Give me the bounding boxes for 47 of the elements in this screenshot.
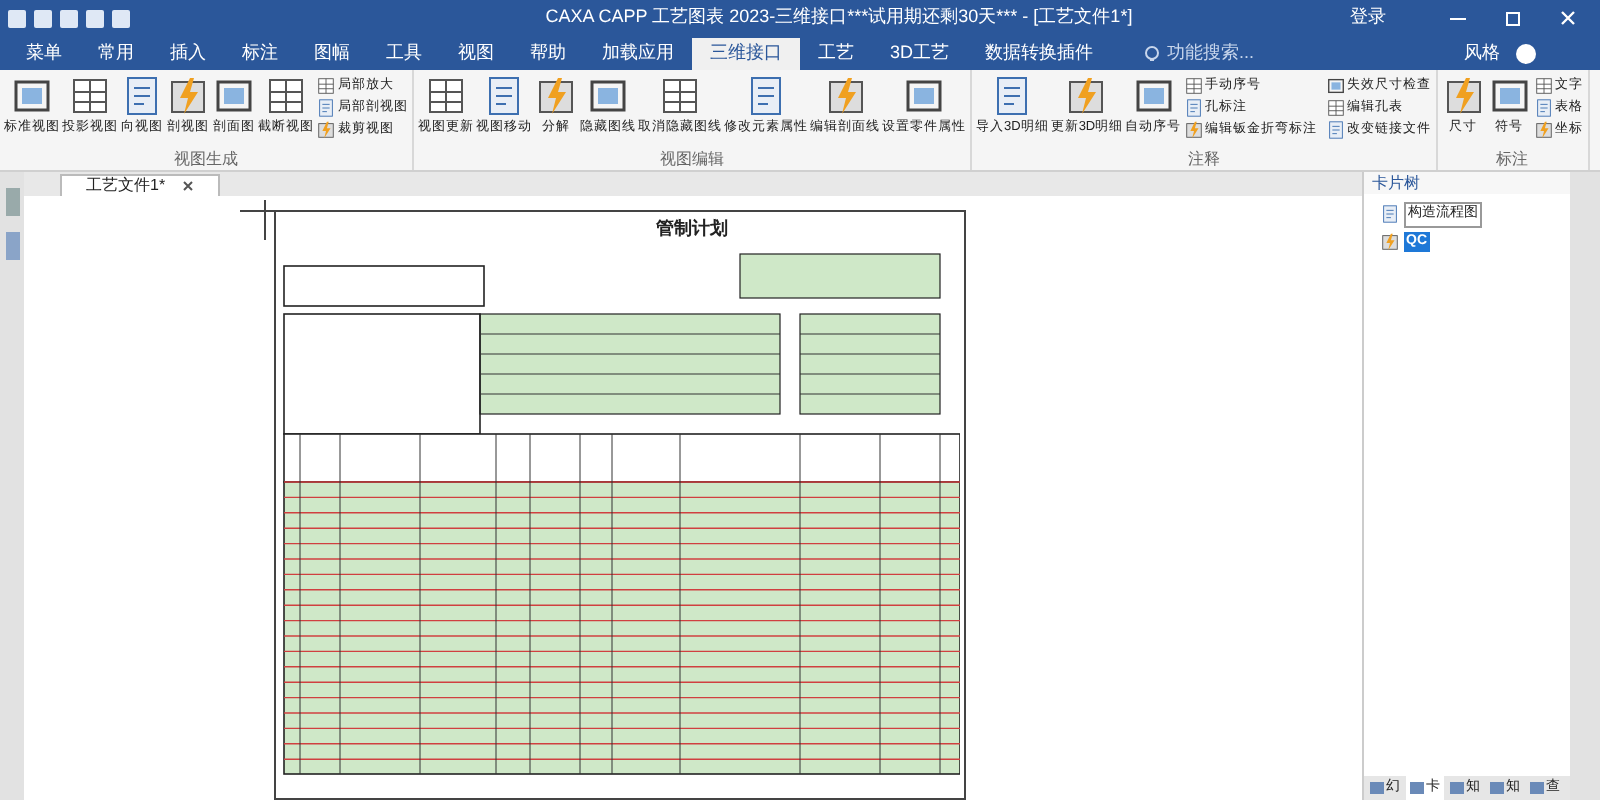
table-icon: [1183, 75, 1204, 95]
group-label: 视图编辑: [658, 150, 726, 170]
bolt-icon: [166, 74, 210, 118]
ribbon-tab[interactable]: 加载应用: [584, 38, 692, 70]
help-icon[interactable]: [1516, 44, 1536, 64]
ribbon-tab[interactable]: 工具: [368, 38, 440, 70]
group-label: 注释: [1185, 150, 1222, 170]
ribbon-tab[interactable]: 三维接口: [692, 38, 800, 70]
login-link[interactable]: 登录: [1350, 4, 1386, 32]
table-icon: [1533, 75, 1554, 95]
group-label: 标注: [1494, 150, 1531, 170]
ribbon-tab[interactable]: 常用: [80, 38, 152, 70]
window-title: CAXA CAPP 工艺图表 2023-三维接口***试用期还剩30天*** - [工艺文件1*]: [543, 4, 1135, 31]
close-icon[interactable]: [181, 180, 194, 192]
frame-icon: [1325, 75, 1346, 95]
ribbon-tab[interactable]: 工艺: [800, 38, 872, 70]
document-tab[interactable]: 工艺文件1*: [60, 174, 220, 196]
bolt-icon: [1533, 119, 1554, 139]
bolt-icon: [1064, 74, 1109, 118]
lightbulb-icon: [1143, 45, 1160, 63]
table-icon: [1325, 97, 1346, 117]
ribbon-tab[interactable]: 图幅: [296, 38, 368, 70]
frame-icon: [1183, 97, 1204, 117]
style-menu[interactable]: 风格: [1464, 38, 1500, 70]
bolt-icon: [534, 74, 578, 118]
group-label: 视图生成: [172, 150, 240, 170]
table-icon: [316, 75, 336, 95]
bolt-icon: [1183, 119, 1204, 139]
bolt-icon: [823, 74, 867, 118]
ribbon-tab[interactable]: 帮助: [512, 38, 584, 70]
frame-icon: [1380, 204, 1400, 225]
bolt-icon: [1441, 74, 1486, 118]
panel-title: 卡片树: [1372, 171, 1420, 195]
ribbon-tab[interactable]: 3D工艺: [872, 38, 968, 70]
ribbon-tab[interactable]: 数据转换插件: [967, 38, 1112, 70]
sheet-title: 管制计划: [656, 218, 728, 238]
ribbon-tab[interactable]: 标注: [224, 38, 296, 70]
bolt-icon: [316, 119, 336, 139]
bolt-icon: [1380, 231, 1400, 252]
ribbon-tab[interactable]: 插入: [152, 38, 224, 70]
frame-icon: [316, 97, 336, 117]
ribbon-tab[interactable]: 视图: [440, 38, 512, 70]
search-field[interactable]: 功能搜索...: [1143, 38, 1255, 70]
frame-icon: [1325, 119, 1346, 139]
ribbon-tab[interactable]: 菜单: [8, 38, 80, 70]
minimize-icon[interactable]: [1450, 17, 1466, 19]
maximize-icon[interactable]: [1506, 11, 1520, 25]
